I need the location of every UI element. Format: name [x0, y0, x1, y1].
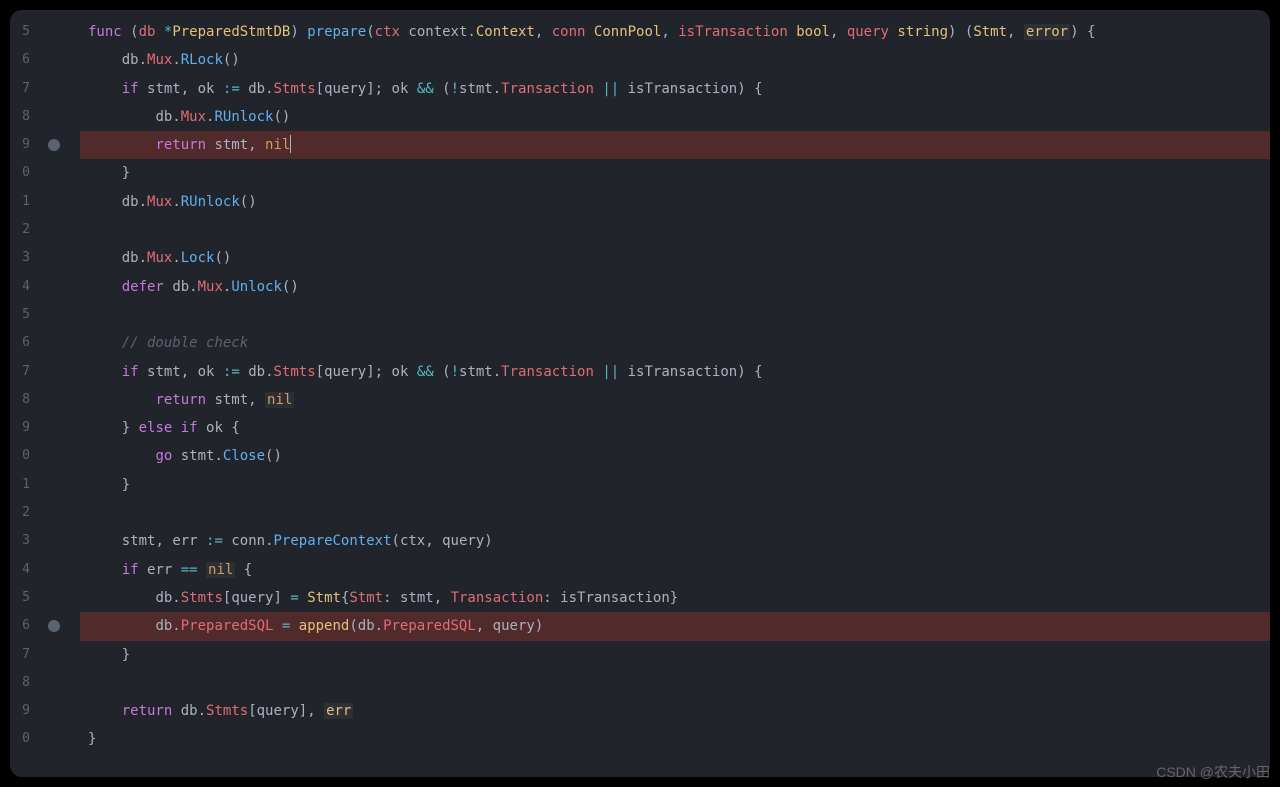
line-number: 5: [10, 301, 40, 329]
line-number: 5: [10, 18, 40, 46]
code-line[interactable]: [80, 216, 1270, 244]
code-line[interactable]: db.Mux.Lock(): [80, 244, 1270, 272]
line-number: 0: [10, 725, 40, 753]
code-line[interactable]: [80, 499, 1270, 527]
line-number: 1: [10, 188, 40, 216]
line-number: 0: [10, 442, 40, 470]
breakpoint-gutter[interactable]: [40, 10, 80, 777]
code-line[interactable]: stmt, err := conn.PrepareContext(ctx, qu…: [80, 527, 1270, 555]
code-line[interactable]: db.Stmts[query] = Stmt{Stmt: stmt, Trans…: [80, 584, 1270, 612]
line-number: 9: [10, 131, 40, 159]
line-number: 4: [10, 273, 40, 301]
code-line[interactable]: db.Mux.RUnlock(): [80, 188, 1270, 216]
breakpoint-icon[interactable]: [48, 139, 60, 151]
breakpoint-icon[interactable]: [48, 620, 60, 632]
line-number: 9: [10, 697, 40, 725]
code-line[interactable]: return db.Stmts[query], err: [80, 697, 1270, 725]
code-line[interactable]: if stmt, ok := db.Stmts[query]; ok && (!…: [80, 75, 1270, 103]
line-number: 6: [10, 329, 40, 357]
code-line[interactable]: if err == nil {: [80, 556, 1270, 584]
line-number: 7: [10, 358, 40, 386]
code-line[interactable]: } else if ok {: [80, 414, 1270, 442]
line-number: 8: [10, 669, 40, 697]
line-number: 7: [10, 641, 40, 669]
line-number: 7: [10, 75, 40, 103]
line-number: 0: [10, 159, 40, 187]
code-line[interactable]: }: [80, 725, 1270, 753]
code-line[interactable]: }: [80, 471, 1270, 499]
code-line[interactable]: [80, 301, 1270, 329]
code-line[interactable]: // double check: [80, 329, 1270, 357]
code-line-highlighted[interactable]: db.PreparedSQL = append(db.PreparedSQL, …: [80, 612, 1270, 640]
watermark: CSDN @农夫小田: [1156, 762, 1270, 782]
line-number: 2: [10, 499, 40, 527]
code-line[interactable]: if stmt, ok := db.Stmts[query]; ok && (!…: [80, 358, 1270, 386]
code-line[interactable]: func (db *PreparedStmtDB) prepare(ctx co…: [80, 18, 1270, 46]
line-number: 6: [10, 612, 40, 640]
text-cursor: [290, 135, 291, 153]
code-editor[interactable]: 5 6 7 8 9 0 1 2 3 4 5 6 7 8 9 0 1 2 3 4 …: [10, 10, 1270, 777]
line-gutter: 5 6 7 8 9 0 1 2 3 4 5 6 7 8 9 0 1 2 3 4 …: [10, 10, 40, 777]
code-line[interactable]: }: [80, 641, 1270, 669]
code-line[interactable]: }: [80, 159, 1270, 187]
line-number: 1: [10, 471, 40, 499]
code-line[interactable]: defer db.Mux.Unlock(): [80, 273, 1270, 301]
code-line[interactable]: [80, 669, 1270, 697]
line-number: 5: [10, 584, 40, 612]
line-number: 6: [10, 46, 40, 74]
line-number: 9: [10, 414, 40, 442]
code-line[interactable]: return stmt, nil: [80, 386, 1270, 414]
line-number: 8: [10, 386, 40, 414]
line-number: 3: [10, 244, 40, 272]
code-line[interactable]: go stmt.Close(): [80, 442, 1270, 470]
code-line[interactable]: db.Mux.RLock(): [80, 46, 1270, 74]
line-number: 8: [10, 103, 40, 131]
code-line-highlighted[interactable]: return stmt, nil: [80, 131, 1270, 159]
code-line[interactable]: db.Mux.RUnlock(): [80, 103, 1270, 131]
line-number: 3: [10, 527, 40, 555]
line-number: 4: [10, 556, 40, 584]
code-content[interactable]: func (db *PreparedStmtDB) prepare(ctx co…: [80, 10, 1270, 777]
line-number: 2: [10, 216, 40, 244]
